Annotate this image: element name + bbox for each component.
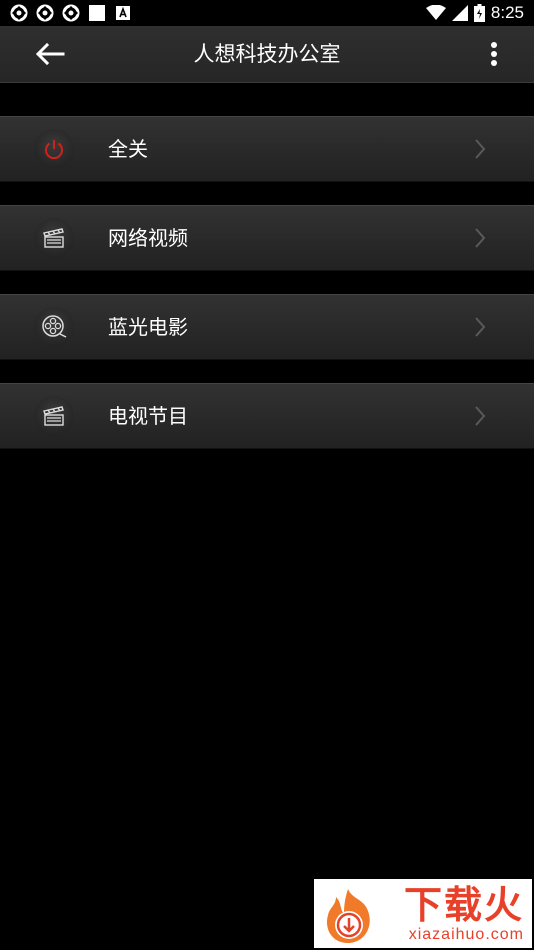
watermark-brand-en: xiazaihuo.com bbox=[408, 925, 524, 943]
icon-badge bbox=[34, 218, 74, 258]
overflow-menu-button[interactable] bbox=[484, 38, 504, 70]
system-icons: 8:25 bbox=[425, 3, 524, 23]
film-reel-icon bbox=[42, 315, 67, 338]
wifi-icon bbox=[425, 5, 446, 20]
icon-badge bbox=[34, 396, 74, 436]
clapperboard-icon bbox=[43, 406, 64, 426]
list-item-tv-shows[interactable]: 电视节目 bbox=[0, 383, 534, 449]
list-item-bluray-movie[interactable]: 蓝光电影 bbox=[0, 294, 534, 360]
notification-icons bbox=[10, 4, 132, 22]
sync-icon bbox=[62, 4, 80, 22]
signal-icon bbox=[451, 5, 468, 21]
flame-logo-icon bbox=[326, 889, 370, 943]
watermark-logo: 下载火 xiazaihuo.com bbox=[314, 879, 532, 948]
sync-icon bbox=[36, 4, 54, 22]
chevron-right-icon bbox=[475, 228, 486, 248]
chevron-right-icon bbox=[475, 317, 486, 337]
icon-badge bbox=[34, 129, 74, 169]
status-bar: 8:25 bbox=[0, 0, 534, 26]
sync-icon bbox=[10, 4, 28, 22]
list-item-online-video[interactable]: 网络视频 bbox=[0, 205, 534, 271]
watermark-brand-cn: 下载火 bbox=[403, 882, 524, 927]
list-item-label: 蓝光电影 bbox=[108, 315, 188, 339]
icon-badge bbox=[34, 307, 74, 347]
list-item-all-off[interactable]: 全关 bbox=[0, 116, 534, 182]
chevron-right-icon bbox=[475, 406, 486, 426]
list-item-label: 电视节目 bbox=[108, 404, 188, 428]
page-title: 人想科技办公室 bbox=[193, 42, 341, 66]
font-a-icon bbox=[116, 6, 130, 20]
clock: 8:25 bbox=[490, 3, 524, 22]
list-item-label: 全关 bbox=[108, 137, 148, 161]
more-vertical-icon bbox=[491, 42, 497, 66]
battery-icon bbox=[473, 4, 485, 22]
app-toolbar: 人想科技办公室 bbox=[0, 26, 534, 83]
square-icon bbox=[89, 5, 105, 21]
power-icon bbox=[45, 140, 63, 160]
list-item-label: 网络视频 bbox=[108, 226, 188, 250]
chevron-right-icon bbox=[475, 139, 486, 159]
clapperboard-icon bbox=[43, 228, 64, 248]
